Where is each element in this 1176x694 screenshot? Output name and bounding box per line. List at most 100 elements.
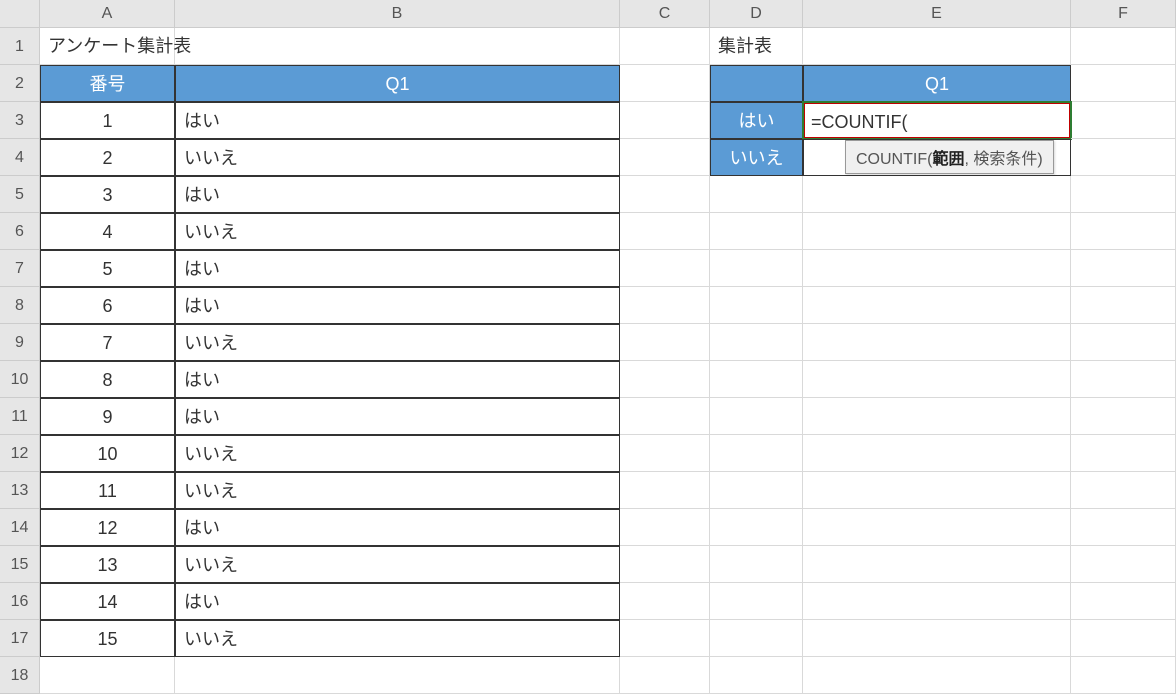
table-row[interactable]: 12 bbox=[40, 509, 175, 546]
row-header-15[interactable]: 15 bbox=[0, 546, 40, 583]
row-header-2[interactable]: 2 bbox=[0, 65, 40, 102]
cell-e6[interactable] bbox=[803, 213, 1071, 250]
cell-e3-editing[interactable]: =COUNTIF( bbox=[803, 102, 1071, 139]
cell-f6[interactable] bbox=[1071, 213, 1176, 250]
cell-c9[interactable] bbox=[620, 324, 710, 361]
cell-f9[interactable] bbox=[1071, 324, 1176, 361]
cell-f8[interactable] bbox=[1071, 287, 1176, 324]
cell-f7[interactable] bbox=[1071, 250, 1176, 287]
cell-e15[interactable] bbox=[803, 546, 1071, 583]
cell-e12[interactable] bbox=[803, 435, 1071, 472]
spreadsheet-grid[interactable]: A B C D E F 1 アンケート集計表 集計表 2 番号 Q1 Q1 3 … bbox=[0, 0, 1176, 694]
cell-c11[interactable] bbox=[620, 398, 710, 435]
table2-header-blank[interactable] bbox=[710, 65, 803, 102]
cell-e9[interactable] bbox=[803, 324, 1071, 361]
table-row[interactable]: いいえ bbox=[175, 472, 620, 509]
cell-d11[interactable] bbox=[710, 398, 803, 435]
cell-f16[interactable] bbox=[1071, 583, 1176, 620]
cell-f15[interactable] bbox=[1071, 546, 1176, 583]
table-row[interactable]: はい bbox=[175, 509, 620, 546]
cell-a1[interactable]: アンケート集計表 bbox=[40, 28, 175, 65]
table-row[interactable]: はい bbox=[175, 583, 620, 620]
cell-c18[interactable] bbox=[620, 657, 710, 694]
cell-b18[interactable] bbox=[175, 657, 620, 694]
summary-label-yes[interactable]: はい bbox=[710, 102, 803, 139]
cell-d13[interactable] bbox=[710, 472, 803, 509]
table-row[interactable]: 2 bbox=[40, 139, 175, 176]
row-header-8[interactable]: 8 bbox=[0, 287, 40, 324]
cell-c16[interactable] bbox=[620, 583, 710, 620]
cell-f14[interactable] bbox=[1071, 509, 1176, 546]
col-header-f[interactable]: F bbox=[1071, 0, 1176, 28]
col-header-a[interactable]: A bbox=[40, 0, 175, 28]
row-header-1[interactable]: 1 bbox=[0, 28, 40, 65]
table-row[interactable]: はい bbox=[175, 250, 620, 287]
table-row[interactable]: はい bbox=[175, 287, 620, 324]
cell-e1[interactable] bbox=[803, 28, 1071, 65]
cell-e8[interactable] bbox=[803, 287, 1071, 324]
cell-d1[interactable]: 集計表 bbox=[710, 28, 803, 65]
cell-e16[interactable] bbox=[803, 583, 1071, 620]
row-header-4[interactable]: 4 bbox=[0, 139, 40, 176]
table-row[interactable]: いいえ bbox=[175, 324, 620, 361]
cell-d16[interactable] bbox=[710, 583, 803, 620]
table-row[interactable]: はい bbox=[175, 361, 620, 398]
cell-a18[interactable] bbox=[40, 657, 175, 694]
row-header-12[interactable]: 12 bbox=[0, 435, 40, 472]
table-row[interactable]: 8 bbox=[40, 361, 175, 398]
cell-d7[interactable] bbox=[710, 250, 803, 287]
cell-d6[interactable] bbox=[710, 213, 803, 250]
cell-c17[interactable] bbox=[620, 620, 710, 657]
cell-d15[interactable] bbox=[710, 546, 803, 583]
table-row[interactable]: いいえ bbox=[175, 139, 620, 176]
cell-e17[interactable] bbox=[803, 620, 1071, 657]
row-header-6[interactable]: 6 bbox=[0, 213, 40, 250]
table-row[interactable]: はい bbox=[175, 102, 620, 139]
cell-c4[interactable] bbox=[620, 139, 710, 176]
table-row[interactable]: 14 bbox=[40, 583, 175, 620]
table-row[interactable]: 11 bbox=[40, 472, 175, 509]
cell-c3[interactable] bbox=[620, 102, 710, 139]
cell-d5[interactable] bbox=[710, 176, 803, 213]
cell-f2[interactable] bbox=[1071, 65, 1176, 102]
summary-label-no[interactable]: いいえ bbox=[710, 139, 803, 176]
table1-header-num[interactable]: 番号 bbox=[40, 65, 175, 102]
cell-b1[interactable] bbox=[175, 28, 620, 65]
table-row[interactable]: 6 bbox=[40, 287, 175, 324]
row-header-17[interactable]: 17 bbox=[0, 620, 40, 657]
table-row[interactable]: 9 bbox=[40, 398, 175, 435]
table-row[interactable]: はい bbox=[175, 398, 620, 435]
cell-d9[interactable] bbox=[710, 324, 803, 361]
table-row[interactable]: いいえ bbox=[175, 546, 620, 583]
row-header-16[interactable]: 16 bbox=[0, 583, 40, 620]
cell-e10[interactable] bbox=[803, 361, 1071, 398]
row-header-3[interactable]: 3 bbox=[0, 102, 40, 139]
cell-f12[interactable] bbox=[1071, 435, 1176, 472]
table-row[interactable]: はい bbox=[175, 176, 620, 213]
cell-c15[interactable] bbox=[620, 546, 710, 583]
cell-d18[interactable] bbox=[710, 657, 803, 694]
col-header-e[interactable]: E bbox=[803, 0, 1071, 28]
cell-f18[interactable] bbox=[1071, 657, 1176, 694]
cell-c13[interactable] bbox=[620, 472, 710, 509]
row-header-13[interactable]: 13 bbox=[0, 472, 40, 509]
cell-c6[interactable] bbox=[620, 213, 710, 250]
cell-f1[interactable] bbox=[1071, 28, 1176, 65]
cell-f5[interactable] bbox=[1071, 176, 1176, 213]
cell-e14[interactable] bbox=[803, 509, 1071, 546]
cell-d14[interactable] bbox=[710, 509, 803, 546]
row-header-9[interactable]: 9 bbox=[0, 324, 40, 361]
table-row[interactable]: 15 bbox=[40, 620, 175, 657]
col-header-c[interactable]: C bbox=[620, 0, 710, 28]
table2-header-q1[interactable]: Q1 bbox=[803, 65, 1071, 102]
row-header-7[interactable]: 7 bbox=[0, 250, 40, 287]
cell-f4[interactable] bbox=[1071, 139, 1176, 176]
cell-f10[interactable] bbox=[1071, 361, 1176, 398]
cell-e11[interactable] bbox=[803, 398, 1071, 435]
row-header-18[interactable]: 18 bbox=[0, 657, 40, 694]
table-row[interactable]: 13 bbox=[40, 546, 175, 583]
row-header-14[interactable]: 14 bbox=[0, 509, 40, 546]
cell-e5[interactable] bbox=[803, 176, 1071, 213]
table-row[interactable]: 4 bbox=[40, 213, 175, 250]
table-row[interactable]: 1 bbox=[40, 102, 175, 139]
